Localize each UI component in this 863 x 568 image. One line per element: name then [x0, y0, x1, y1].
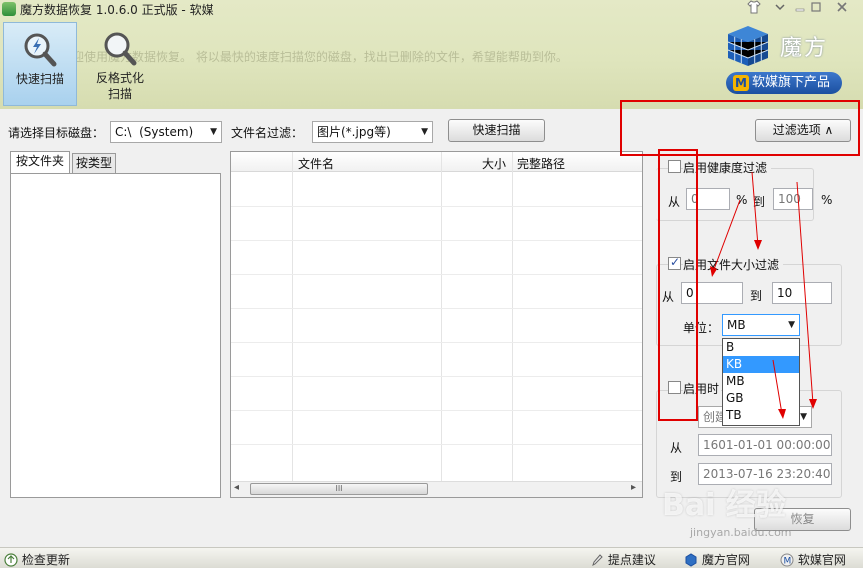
- update-icon: [4, 553, 18, 567]
- check-update-link[interactable]: 检查更新: [4, 551, 70, 568]
- suggest-link[interactable]: 提点建议: [590, 551, 656, 568]
- ruanmei-site-label: 软媒官网: [797, 553, 846, 567]
- pen-icon: [592, 554, 603, 566]
- annotation-arrow: [796, 181, 814, 405]
- annotation-arrow: [772, 359, 783, 415]
- check-update-label: 检查更新: [21, 553, 70, 567]
- suggest-label: 提点建议: [607, 553, 656, 567]
- watermark: Bai 经验: [662, 488, 786, 523]
- annotation-arrow: [712, 199, 741, 273]
- svg-text:M: M: [784, 557, 792, 567]
- arrowhead: [754, 240, 762, 250]
- arrowhead: [778, 409, 786, 419]
- arrowhead: [809, 399, 817, 409]
- mofang-site-link[interactable]: 魔方官网: [684, 551, 750, 568]
- mofang-site-label: 魔方官网: [701, 553, 750, 567]
- annotation-arrow: [751, 171, 759, 247]
- ruanmei-site-link[interactable]: M 软媒官网: [780, 551, 846, 568]
- cube-icon: [685, 553, 697, 567]
- ruanmei-icon: M: [780, 553, 794, 567]
- watermark-url: jingyan.baidu.com: [690, 526, 792, 539]
- arrowhead: [710, 266, 717, 277]
